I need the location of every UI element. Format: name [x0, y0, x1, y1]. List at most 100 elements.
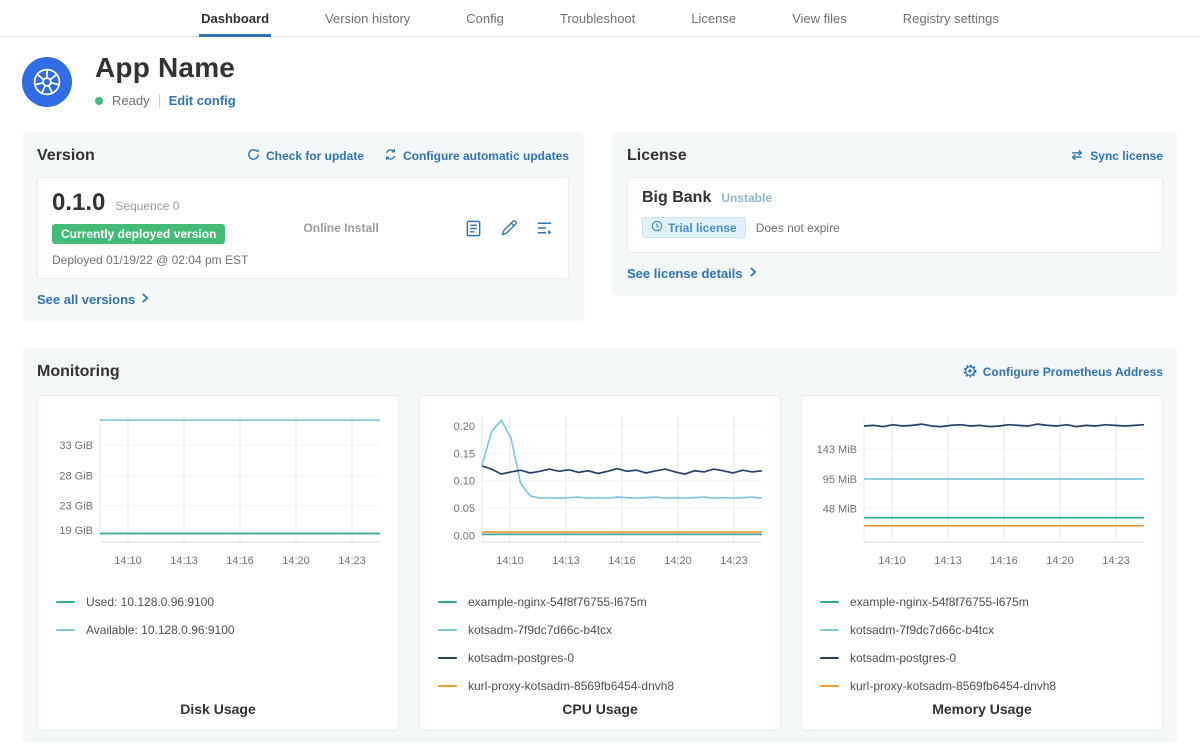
- version-card: Version Check for update Configure autom…: [22, 132, 584, 322]
- edit-pencil-icon[interactable]: [500, 219, 518, 237]
- license-details-card: Big Bank Unstable Trial license Does not…: [627, 177, 1163, 253]
- legend-label: Used: 10.128.0.96:9100: [86, 595, 214, 609]
- memory-usage-chart-card: 14:10 14:13 14:16 14:20 14:23 143 MiB 95 MiB 48…: [801, 395, 1163, 731]
- divider: [159, 94, 160, 108]
- app-header: App Name Ready Edit config: [0, 37, 1200, 108]
- monitoring-card: Monitoring Configure Prometheus Address …: [22, 348, 1178, 743]
- tab-dashboard[interactable]: Dashboard: [199, 0, 271, 36]
- svg-text:14:13: 14:13: [934, 555, 962, 567]
- svg-text:14:10: 14:10: [114, 555, 142, 567]
- legend-color-dash: [438, 601, 457, 603]
- legend-color-dash: [56, 601, 75, 603]
- svg-text:14:23: 14:23: [720, 555, 748, 567]
- expiration-label: Does not expire: [756, 221, 840, 235]
- sync-icon: [1070, 149, 1084, 164]
- license-card-title: License: [627, 147, 687, 165]
- legend-color-dash: [56, 629, 75, 631]
- configure-prometheus-button[interactable]: Configure Prometheus Address: [963, 364, 1163, 381]
- tab-version-history[interactable]: Version history: [323, 0, 412, 36]
- legend-item: Available: 10.128.0.96:9100: [52, 616, 384, 644]
- legend-item: Used: 10.128.0.96:9100: [52, 588, 384, 616]
- configure-prometheus-label: Configure Prometheus Address: [983, 365, 1163, 379]
- disk-usage-chart-card: 14:1014:1314:1614:2014:2333 GiB28 GiB23 …: [37, 395, 399, 731]
- svg-text:23 GiB: 23 GiB: [59, 501, 93, 513]
- kubernetes-logo-icon: [22, 57, 72, 107]
- legend-color-dash: [820, 657, 839, 659]
- legend-color-dash: [820, 601, 839, 603]
- legend-label: kotsadm-7f9dc7d66c-b4tcx: [468, 623, 612, 637]
- install-type-label: Online Install: [303, 221, 378, 235]
- svg-text:0.10: 0.10: [454, 476, 475, 488]
- svg-text:143 MiB: 143 MiB: [817, 444, 857, 456]
- disk-usage-chart: 14:1014:1314:1614:2014:2333 GiB28 GiB23 …: [52, 408, 384, 576]
- top-nav: Dashboard Version history Config Trouble…: [0, 0, 1200, 37]
- svg-text:14:16: 14:16: [990, 555, 1018, 567]
- svg-text:14:10: 14:10: [496, 555, 524, 567]
- chart-title: Memory Usage: [816, 701, 1148, 720]
- legend-label: kotsadm-7f9dc7d66c-b4tcx: [850, 623, 994, 637]
- svg-text:14:20: 14:20: [1046, 555, 1074, 567]
- refresh-icon: [247, 148, 260, 164]
- svg-text:0.15: 0.15: [454, 448, 475, 460]
- legend-label: kotsadm-postgres-0: [468, 651, 574, 665]
- trial-license-label: Trial license: [668, 221, 737, 235]
- legend-color-dash: [438, 685, 457, 687]
- version-card-title: Version: [37, 147, 95, 165]
- legend-label: Available: 10.128.0.96:9100: [86, 623, 235, 637]
- clock-icon: [651, 220, 663, 235]
- see-license-details-label: See license details: [627, 266, 743, 281]
- legend-color-dash: [438, 657, 457, 659]
- see-all-versions-label: See all versions: [37, 292, 135, 307]
- check-for-update-button[interactable]: Check for update: [247, 148, 364, 164]
- svg-text:95 MiB: 95 MiB: [823, 474, 857, 486]
- sync-license-button[interactable]: Sync license: [1070, 149, 1163, 164]
- legend-label: example-nginx-54f8f76755-l675m: [468, 595, 647, 609]
- chevron-right-icon: [749, 266, 757, 281]
- status-label: Ready: [112, 93, 150, 108]
- channel-label: Unstable: [721, 191, 772, 205]
- svg-text:14:13: 14:13: [170, 555, 198, 567]
- svg-text:0.05: 0.05: [454, 503, 475, 515]
- legend-color-dash: [820, 685, 839, 687]
- svg-text:48 MiB: 48 MiB: [823, 503, 857, 515]
- memory-usage-chart: 14:10 14:13 14:16 14:20 14:23 143 MiB 95 MiB 48…: [816, 408, 1148, 576]
- svg-text:14:23: 14:23: [1102, 555, 1130, 567]
- check-for-update-label: Check for update: [266, 149, 364, 163]
- tab-view-files[interactable]: View files: [790, 0, 849, 36]
- page-title: App Name: [95, 52, 236, 84]
- trial-license-badge: Trial license: [642, 217, 746, 238]
- svg-text:33 GiB: 33 GiB: [59, 440, 93, 452]
- svg-text:14:20: 14:20: [282, 555, 310, 567]
- sequence-label: Sequence 0: [115, 199, 179, 213]
- legend-item: kotsadm-postgres-0: [434, 644, 766, 672]
- svg-text:0.00: 0.00: [454, 530, 475, 542]
- svg-text:14:20: 14:20: [664, 555, 692, 567]
- tab-config[interactable]: Config: [464, 0, 506, 36]
- release-notes-icon[interactable]: [464, 219, 483, 238]
- legend-color-dash: [438, 629, 457, 631]
- svg-text:14:13: 14:13: [552, 555, 580, 567]
- legend-label: example-nginx-54f8f76755-l675m: [850, 595, 1029, 609]
- legend-item: kotsadm-postgres-0: [816, 644, 1148, 672]
- legend-item: kotsadm-7f9dc7d66c-b4tcx: [816, 616, 1148, 644]
- see-license-details-link[interactable]: See license details: [627, 266, 757, 281]
- legend-item: example-nginx-54f8f76755-l675m: [434, 588, 766, 616]
- edit-config-link[interactable]: Edit config: [169, 93, 236, 108]
- svg-text:14:10: 14:10: [878, 555, 906, 567]
- status-dot: [95, 97, 103, 105]
- configure-automatic-updates-button[interactable]: Configure automatic updates: [384, 148, 569, 164]
- deploy-logs-icon[interactable]: [535, 219, 554, 238]
- auto-update-icon: [384, 148, 397, 164]
- svg-text:0.20: 0.20: [454, 421, 475, 433]
- legend-color-dash: [820, 629, 839, 631]
- tab-registry-settings[interactable]: Registry settings: [901, 0, 1001, 36]
- tab-troubleshoot[interactable]: Troubleshoot: [558, 0, 637, 36]
- chart-legend: example-nginx-54f8f76755-l675m kotsadm-7f…: [816, 588, 1148, 700]
- deployed-badge: Currently deployed version: [52, 224, 225, 244]
- chart-title: Disk Usage: [52, 701, 384, 720]
- tab-license[interactable]: License: [689, 0, 738, 36]
- svg-text:19 GiB: 19 GiB: [59, 525, 93, 537]
- deployed-timestamp: Deployed 01/19/22 @ 02:04 pm EST: [52, 253, 248, 267]
- cpu-usage-chart-card: 14:1014:1314:1614:2014:230.200.150.100.0…: [419, 395, 781, 731]
- see-all-versions-link[interactable]: See all versions: [37, 292, 149, 307]
